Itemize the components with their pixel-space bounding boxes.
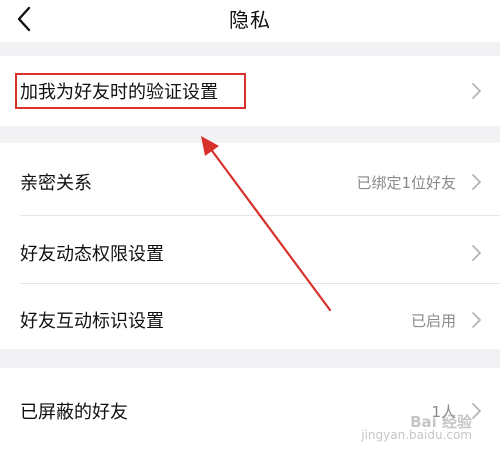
row-value: 已绑定1位好友 <box>356 174 456 192</box>
page-title: 隐私 <box>229 8 271 32</box>
chevron-right-icon <box>472 312 481 328</box>
row-label: 亲密关系 <box>20 173 92 194</box>
row-label: 好友动态权限设置 <box>20 244 164 265</box>
row-label: 好友互动标识设置 <box>20 311 164 332</box>
intimate-relationship-row[interactable]: 亲密关系 已绑定1位好友 <box>0 143 500 213</box>
watermark-sub: jingyan.baidu.com <box>361 428 472 442</box>
watermark: Bai 经验 jingyan.baidu.com <box>361 415 472 442</box>
friend-interaction-badge-row[interactable]: 好友互动标识设置 已启用 <box>0 284 500 349</box>
chevron-right-icon <box>472 174 481 190</box>
top-nav-bar: 隐私 <box>0 0 500 42</box>
annotation-highlight-box <box>15 73 246 109</box>
chevron-right-icon <box>472 245 481 261</box>
privacy-settings-screen: 隐私 加我为好友时的验证设置 亲密关系 已绑定1位好友 好友动态权限设置 好友互… <box>0 0 500 454</box>
chevron-right-icon <box>472 83 481 99</box>
friend-settings-section: 亲密关系 已绑定1位好友 好友动态权限设置 好友互动标识设置 已启用 <box>0 143 500 349</box>
row-label: 已屏蔽的好友 <box>20 402 128 423</box>
friend-feed-permission-row[interactable]: 好友动态权限设置 <box>0 216 500 284</box>
row-value: 已启用 <box>410 312 456 330</box>
